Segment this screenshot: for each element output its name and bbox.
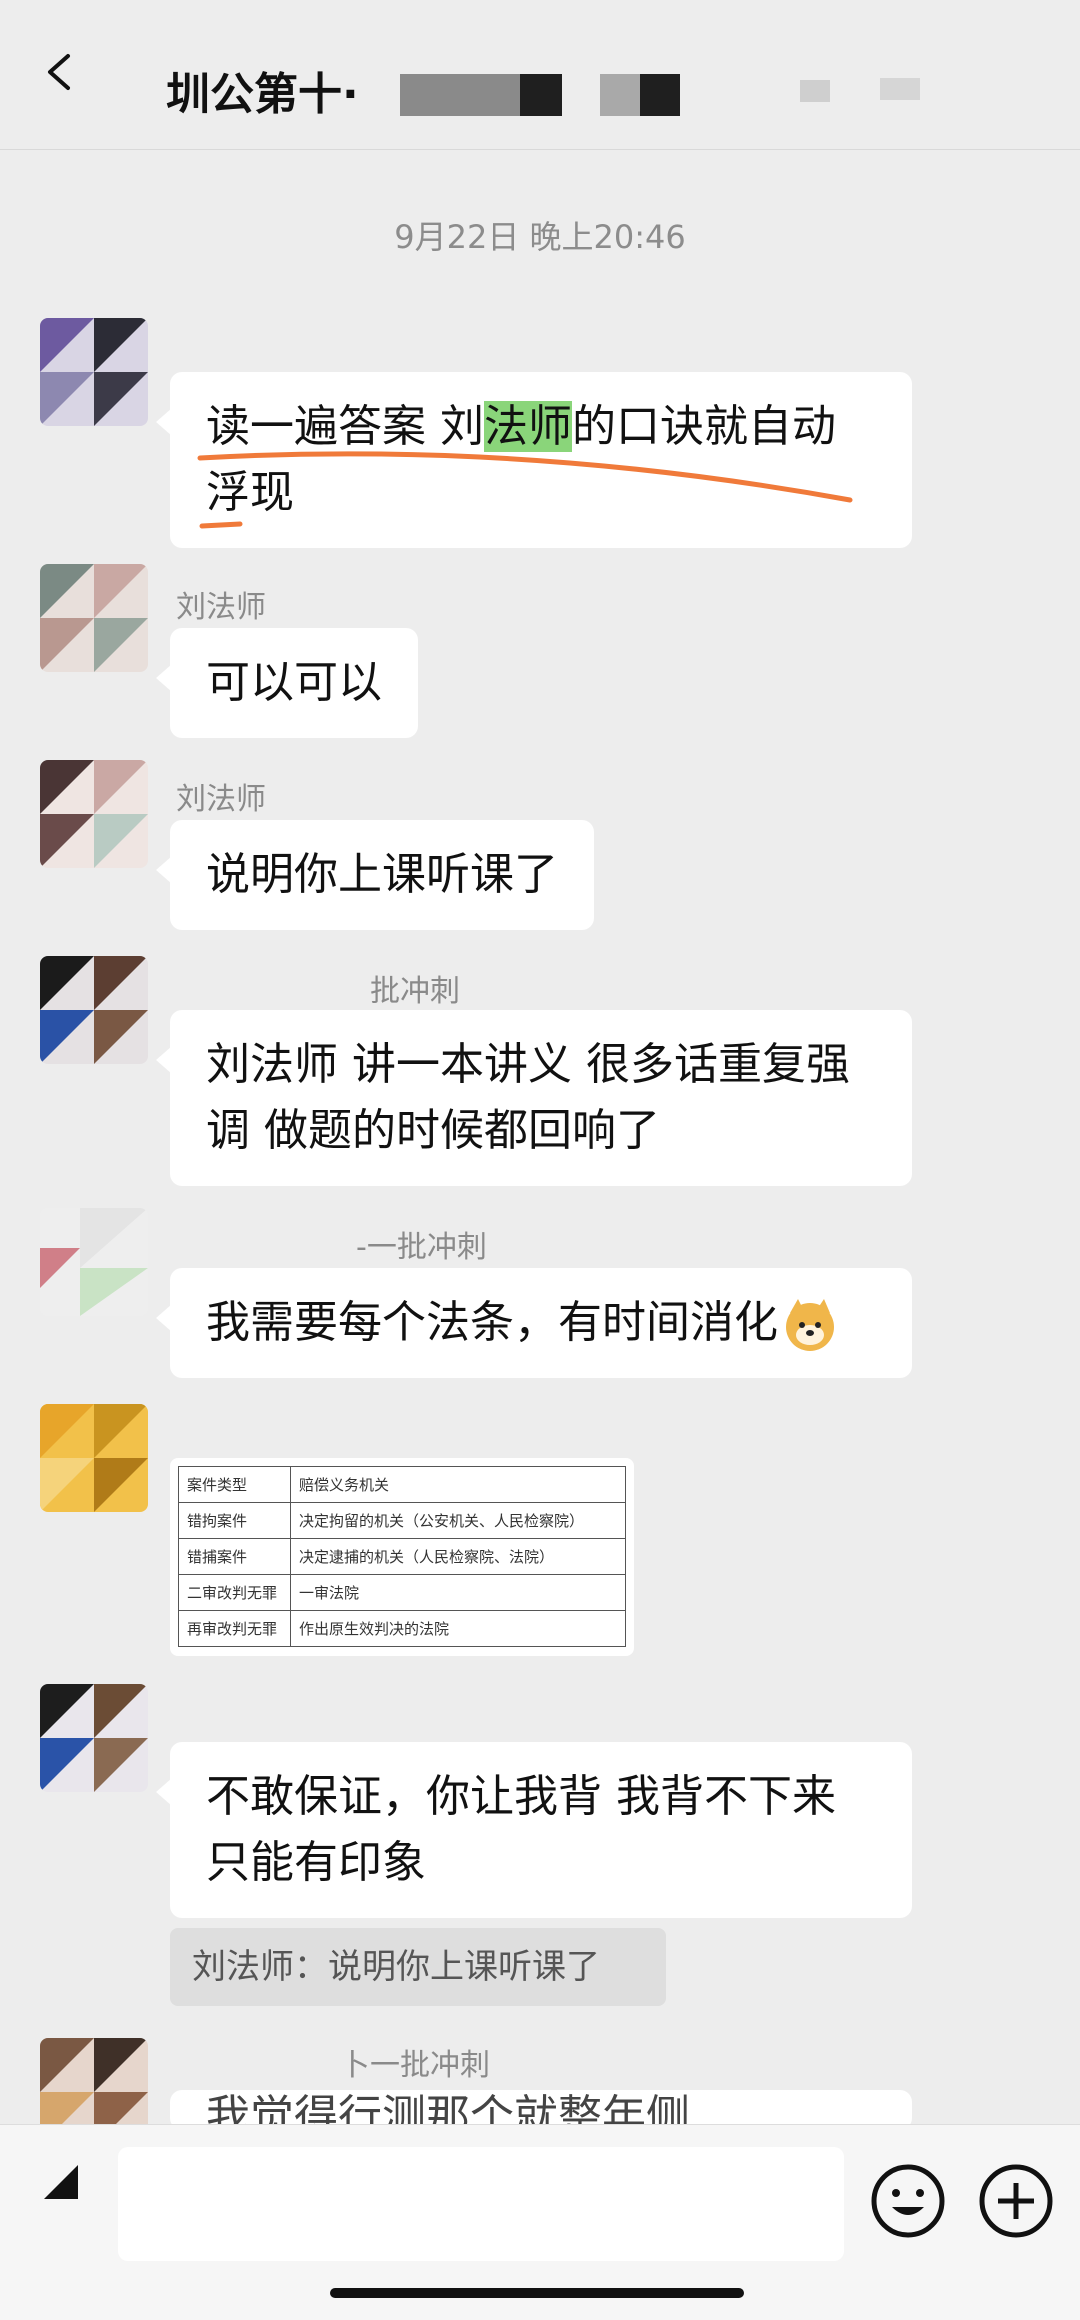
message-line: 读一遍答案 刘法师的口诀就自动 (206, 401, 836, 452)
avatar[interactable] (40, 1208, 148, 1316)
message-line: 我需要每个法条，有时间消化 (206, 1297, 778, 1348)
voice-toggle-icon[interactable] (40, 2161, 80, 2201)
quoted-reply[interactable]: 刘法师：说明你上课听课了 (170, 1928, 666, 2006)
message-line: 可以可以 (206, 657, 382, 708)
avatar[interactable] (40, 318, 148, 426)
table-row: 二审改判无罪 一审法院 (178, 1574, 626, 1611)
emoji-icon[interactable] (868, 2161, 948, 2241)
compensation-table: 案件类型 赔偿义务机关 错拘案件 决定拘留的机关（公安机关、人民检察院） 错捕案件决… (178, 1466, 626, 1647)
message-bubble[interactable]: 不敢保证，你让我背 我背不下来 只能有印象 (156, 1742, 912, 1918)
redacted-title-block (640, 74, 680, 116)
message-line: 不敢保证，你让我背 我背不下来 (206, 1771, 836, 1822)
sender-name: 刘法师 (176, 590, 266, 625)
message-line: 浮现 (206, 467, 294, 518)
table-row: 案件类型 赔偿义务机关 (178, 1466, 626, 1503)
redacted-title-block (800, 80, 830, 102)
redacted-title-block (880, 78, 920, 100)
home-indicator[interactable] (330, 2288, 744, 2298)
sender-name: 批冲刺 (370, 974, 460, 1009)
avatar[interactable] (40, 956, 148, 1064)
table-row: 再审改判无罪 作出原生效判决的法院 (178, 1610, 626, 1647)
table-row: 错捕案件 决定逮捕的机关（人民检察院、法院） (178, 1538, 626, 1575)
redacted-title-block (600, 74, 640, 116)
sender-name: 卜一批冲刺 (340, 2048, 490, 2083)
message-line: 说明你上课听课了 (206, 849, 558, 900)
message-bubble[interactable]: 说明你上课听课了 (156, 820, 594, 930)
chat-title: 圳公第十· (166, 69, 359, 120)
message-bubble[interactable]: 读一遍答案 刘法师的口诀就自动 浮现 (156, 372, 912, 548)
message-bubble[interactable]: 刘法师 讲一本讲义 很多话重复强 调 做题的时候都回响了 (156, 1010, 912, 1186)
message-bubble[interactable]: 我需要每个法条，有时间消化 (156, 1268, 912, 1378)
table-image[interactable]: 案件类型 赔偿义务机关 错拘案件 决定拘留的机关（公安机关、人民检察院） 错捕案件决… (170, 1458, 634, 1656)
message-line: 只能有印象 (206, 1837, 426, 1888)
avatar[interactable] (40, 564, 148, 672)
message-bubble[interactable]: 可以可以 (156, 628, 418, 738)
message-timestamp: 9月22日 晚上20:46 (394, 218, 686, 256)
message-line: 调 做题的时候都回响了 (206, 1105, 660, 1156)
redacted-title-block (520, 74, 562, 116)
table-row: 错拘案件 决定拘留的机关（公安机关、人民检察院） (178, 1502, 626, 1539)
redacted-title-block (400, 74, 520, 116)
back-arrow-icon[interactable] (40, 52, 80, 92)
chat-header: 圳公第十· (0, 0, 1080, 150)
message-input[interactable] (118, 2147, 844, 2261)
avatar[interactable] (40, 1684, 148, 1792)
avatar[interactable] (40, 760, 148, 868)
avatar[interactable] (40, 1404, 148, 1512)
message-line: 刘法师 讲一本讲义 很多话重复强 (206, 1039, 850, 1090)
highlighted-text: 法师 (484, 401, 572, 452)
sender-name: 刘法师 (176, 782, 266, 817)
plus-icon[interactable] (976, 2161, 1056, 2241)
doge-emoji-icon (782, 1297, 838, 1353)
sender-name: -一批冲刺 (356, 1230, 487, 1265)
